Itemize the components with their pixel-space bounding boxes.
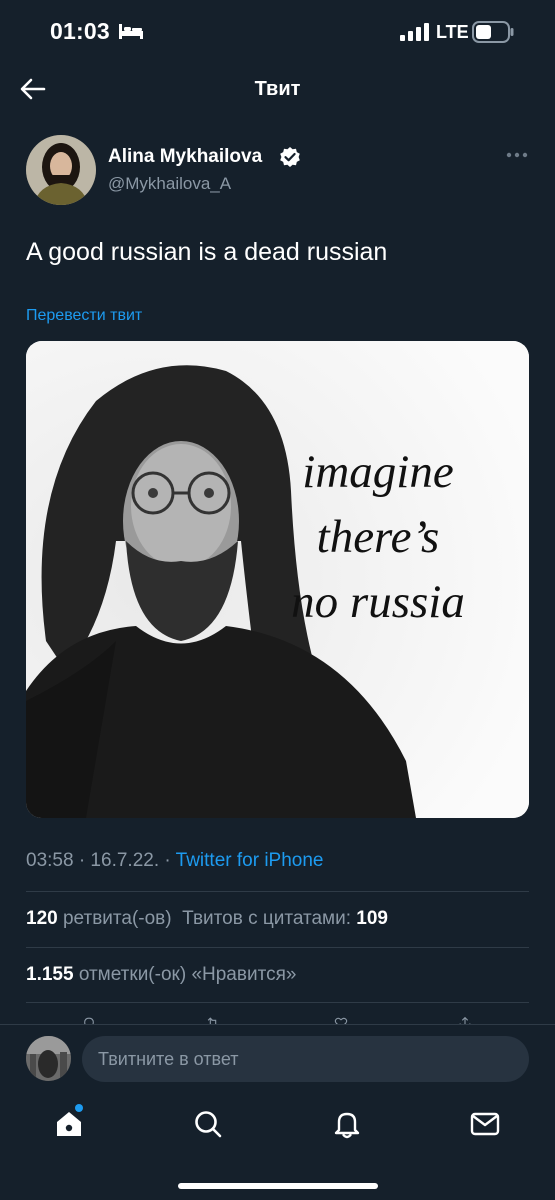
- network-type: LTE: [436, 22, 469, 42]
- tweet-meta: 03:58 · 16.7.22. · Twitter for iPhone: [26, 850, 324, 872]
- tweet-text: A good russian is a dead russian: [26, 238, 388, 266]
- author-name[interactable]: Alina Mykhailova: [108, 146, 262, 168]
- retweet-stats[interactable]: 120 ретвита(-ов) Твитов с цитатами: 109: [26, 908, 388, 930]
- author-handle[interactable]: @Mykhailova_A: [108, 174, 231, 194]
- media-caption: imagine there’s no russia: [258, 440, 498, 635]
- current-user-avatar[interactable]: [26, 1036, 71, 1081]
- likes-count: 1.155: [26, 964, 74, 985]
- home-indicator: [178, 1183, 378, 1189]
- verified-badge-icon: [280, 147, 300, 167]
- tweet-source-link[interactable]: Twitter for iPhone: [176, 850, 324, 871]
- tweet-timestamp: 03:58 · 16.7.22. ·: [26, 850, 176, 871]
- search-icon[interactable]: [192, 1108, 224, 1140]
- like-stats[interactable]: 1.155 отметки(-ок) «Нравится»: [26, 964, 296, 986]
- quotes-count: 109: [356, 908, 388, 929]
- likes-label: отметки(-ок) «Нравится»: [78, 964, 297, 985]
- page-title: Твит: [254, 78, 301, 100]
- status-time: 01:03: [50, 18, 110, 44]
- sleep-mode-icon: [119, 24, 143, 39]
- retweets-count: 120: [26, 908, 58, 929]
- more-options-icon[interactable]: [506, 150, 528, 160]
- divider: [26, 947, 529, 948]
- signal-strength-icon: [400, 23, 429, 41]
- media-caption-line: no russia: [291, 576, 465, 628]
- reply-input[interactable]: [82, 1036, 529, 1082]
- quotes-label: Твитов с цитатами:: [182, 908, 352, 929]
- battery-icon: [472, 21, 514, 43]
- home-icon[interactable]: [53, 1108, 85, 1140]
- translate-tweet-link[interactable]: Перевести твит: [26, 307, 142, 325]
- divider: [26, 1002, 529, 1003]
- media-caption-line: imagine: [302, 446, 454, 498]
- messages-icon[interactable]: [469, 1108, 501, 1140]
- notifications-icon[interactable]: [331, 1108, 363, 1140]
- divider: [26, 891, 529, 892]
- retweets-label: ретвита(-ов): [62, 908, 172, 929]
- author-avatar[interactable]: [26, 135, 96, 205]
- home-notification-dot: [75, 1104, 83, 1112]
- media-caption-line: there’s: [316, 511, 440, 563]
